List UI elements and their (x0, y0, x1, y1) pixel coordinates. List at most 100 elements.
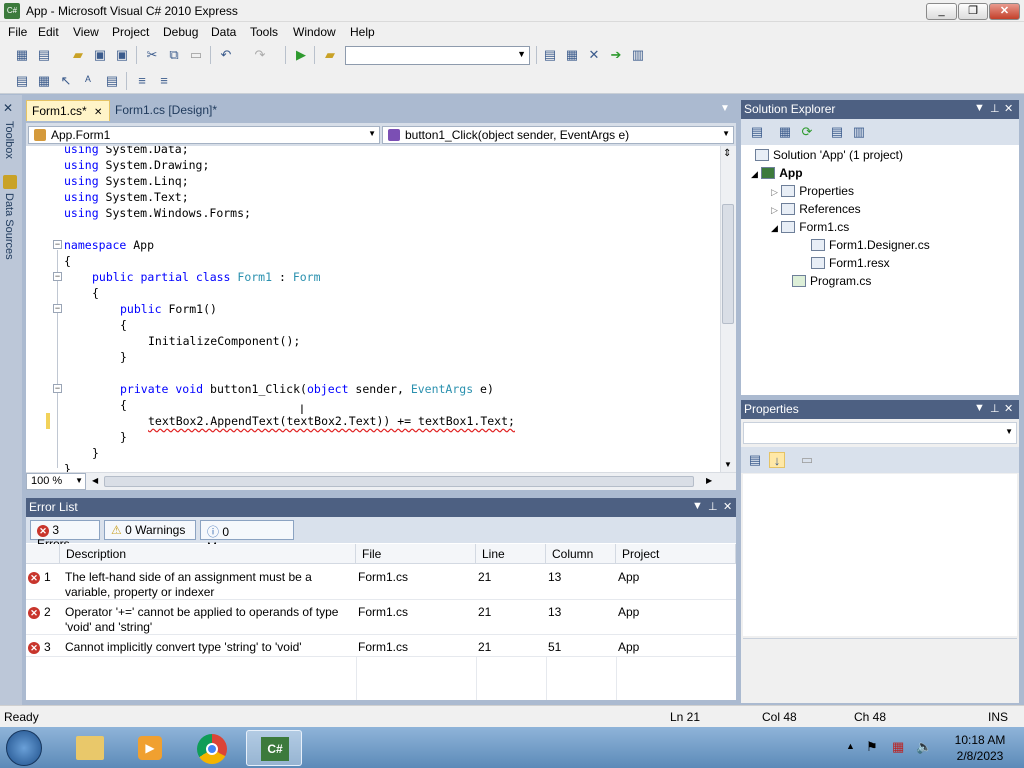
close-icon[interactable]: ✕ (1004, 102, 1013, 115)
alphabetical-icon[interactable]: ↓ (769, 452, 785, 468)
refresh-icon[interactable]: ⟳ (799, 124, 815, 140)
scroll-right-icon[interactable]: ▶ (706, 476, 712, 485)
tab-form1-cs[interactable]: Form1.cs* ✕ (26, 100, 110, 121)
start-page-icon[interactable]: ➔ (608, 47, 624, 63)
vertical-scrollbar[interactable]: ⇕ ▼ (720, 146, 736, 472)
extension-manager-icon[interactable]: ▥ (630, 47, 646, 63)
tree-item-form1-resx[interactable]: Form1.resx (811, 256, 890, 270)
save-all-icon[interactable]: ▣ (114, 47, 130, 63)
messages-filter-button[interactable]: ⓘ 0 Messages (200, 520, 294, 554)
toolbox-icon[interactable]: ✕ (586, 47, 602, 63)
pin-icon[interactable]: ⊥ (990, 402, 1000, 415)
table-row[interactable]: ✕ 1 The left-hand side of an assignment … (26, 565, 736, 600)
start-button-icon[interactable] (6, 730, 42, 766)
menu-help[interactable]: Help (350, 25, 375, 39)
pin-icon[interactable]: ⊥ (708, 500, 718, 513)
property-grid[interactable] (743, 474, 1017, 636)
column-header-column[interactable]: Column (546, 544, 616, 564)
chrome-taskbar-icon[interactable] (184, 730, 240, 766)
tree-solution[interactable]: Solution 'App' (1 project) (755, 148, 903, 162)
network-icon[interactable]: ▦ (892, 739, 904, 755)
menu-window[interactable]: Window (293, 25, 336, 39)
pane-menu-icon[interactable]: ▼ (692, 500, 703, 512)
explorer-taskbar-icon[interactable] (62, 730, 118, 766)
scroll-down-icon[interactable]: ▼ (724, 460, 732, 469)
pane-menu-icon[interactable]: ▼ (974, 402, 985, 414)
uncomment-icon[interactable]: ≡ (156, 73, 172, 89)
collapse-ctor-icon[interactable]: − (53, 304, 62, 313)
quick-info-icon[interactable]: ▤ (14, 73, 30, 89)
errors-filter-button[interactable]: ✕ 3 Errors (30, 520, 100, 551)
collapse-method-icon[interactable]: − (53, 384, 62, 393)
toolbox-tab[interactable]: Toolbox (3, 121, 15, 159)
collapse-class-icon[interactable]: − (53, 272, 62, 281)
tab-form1-design[interactable]: Form1.cs [Design]* (110, 100, 250, 121)
menu-view[interactable]: View (73, 25, 99, 39)
menu-project[interactable]: Project (112, 25, 149, 39)
save-icon[interactable]: ▣ (92, 47, 108, 63)
split-icon[interactable]: ⇕ (723, 148, 731, 159)
open-file-icon[interactable]: ▰ (70, 47, 86, 63)
action-center-icon[interactable]: ⚑ (866, 739, 878, 755)
tree-item-references[interactable]: ▷ References (771, 202, 861, 216)
volume-icon[interactable]: 🔈 (916, 739, 932, 755)
object-selector-combo[interactable]: ▼ (743, 422, 1017, 444)
tree-item-program-cs[interactable]: Program.cs (792, 274, 871, 288)
show-hidden-icons-icon[interactable]: ▲ (846, 741, 855, 751)
collapse-namespace-icon[interactable]: − (53, 240, 62, 249)
table-row[interactable]: ✕ 2 Operator '+=' cannot be applied to o… (26, 600, 736, 635)
comment-icon[interactable]: ≡ (134, 73, 150, 89)
warnings-filter-button[interactable]: ⚠ 0 Warnings (104, 520, 196, 540)
show-all-files-icon[interactable]: ▦ (777, 124, 793, 140)
horizontal-scroll-thumb[interactable] (104, 476, 694, 487)
start-debugging-icon[interactable]: ▶ (293, 47, 309, 63)
menu-file[interactable]: File (8, 25, 27, 39)
media-player-taskbar-icon[interactable]: ▶ (122, 730, 178, 766)
new-project-icon[interactable]: ▦ (14, 47, 30, 63)
parameter-info-icon[interactable]: ▦ (36, 73, 52, 89)
tab-list-chevron-down-icon[interactable]: ▼ (720, 103, 730, 114)
categorized-icon[interactable]: ▤ (747, 452, 763, 468)
scroll-left-icon[interactable]: ◀ (92, 476, 98, 485)
close-tab-icon[interactable]: ✕ (94, 107, 102, 118)
pane-menu-icon[interactable]: ▼ (974, 102, 985, 114)
close-icon[interactable]: ✕ (1004, 402, 1013, 415)
zoom-combo[interactable]: 100 % ▼ (26, 473, 86, 490)
view-designer-icon[interactable]: ▥ (851, 124, 867, 140)
add-item-icon[interactable]: ▤ (36, 47, 52, 63)
find-combo[interactable]: ▼ (345, 46, 530, 65)
complete-word-icon[interactable]: ↖ (58, 73, 74, 89)
visual-csharp-taskbar-icon[interactable]: C# (246, 730, 302, 766)
menu-data[interactable]: Data (211, 25, 236, 39)
copy-icon[interactable]: ⧉ (166, 47, 182, 63)
properties-icon[interactable]: ▤ (749, 124, 765, 140)
close-button[interactable]: ✕ (989, 3, 1020, 20)
column-header-file[interactable]: File (356, 544, 476, 564)
menu-edit[interactable]: Edit (38, 25, 59, 39)
properties-window-icon[interactable]: ▦ (564, 47, 580, 63)
find-in-files-icon[interactable]: ▰ (322, 47, 338, 63)
property-pages-icon[interactable]: ▭ (799, 452, 815, 468)
member-combo[interactable]: button1_Click(object sender, EventArgs e… (382, 126, 734, 144)
scroll-thumb[interactable] (722, 204, 734, 324)
tree-item-form1-designer[interactable]: Form1.Designer.cs (811, 238, 930, 252)
close-icon[interactable]: ✕ (723, 500, 732, 513)
cut-icon[interactable]: ✂ (144, 47, 160, 63)
maximize-button[interactable]: ❐ (958, 3, 988, 20)
view-code-icon[interactable]: ▤ (829, 124, 845, 140)
table-row[interactable]: ✕ 3 Cannot implicitly convert type 'stri… (26, 635, 736, 657)
solution-explorer-icon[interactable]: ▤ (542, 47, 558, 63)
pin-icon[interactable]: ⊥ (990, 102, 1000, 115)
tree-project[interactable]: ◢ App (751, 166, 803, 180)
menu-tools[interactable]: Tools (250, 25, 278, 39)
member-list-icon[interactable]: ▤ (104, 73, 120, 89)
redo-icon[interactable]: ↷ (252, 47, 268, 63)
column-header-project[interactable]: Project (616, 544, 736, 564)
code-editor[interactable]: using System.Data; using System.Drawing;… (26, 146, 736, 472)
menu-debug[interactable]: Debug (163, 25, 198, 39)
data-sources-tab[interactable]: Data Sources (3, 193, 15, 260)
clock[interactable]: 10:18 AM 2/8/2023 (950, 733, 1010, 763)
column-header-description[interactable]: Description (60, 544, 356, 564)
undo-icon[interactable]: ↶ (218, 47, 234, 63)
tree-item-form1-cs[interactable]: ◢ Form1.cs (771, 220, 849, 234)
